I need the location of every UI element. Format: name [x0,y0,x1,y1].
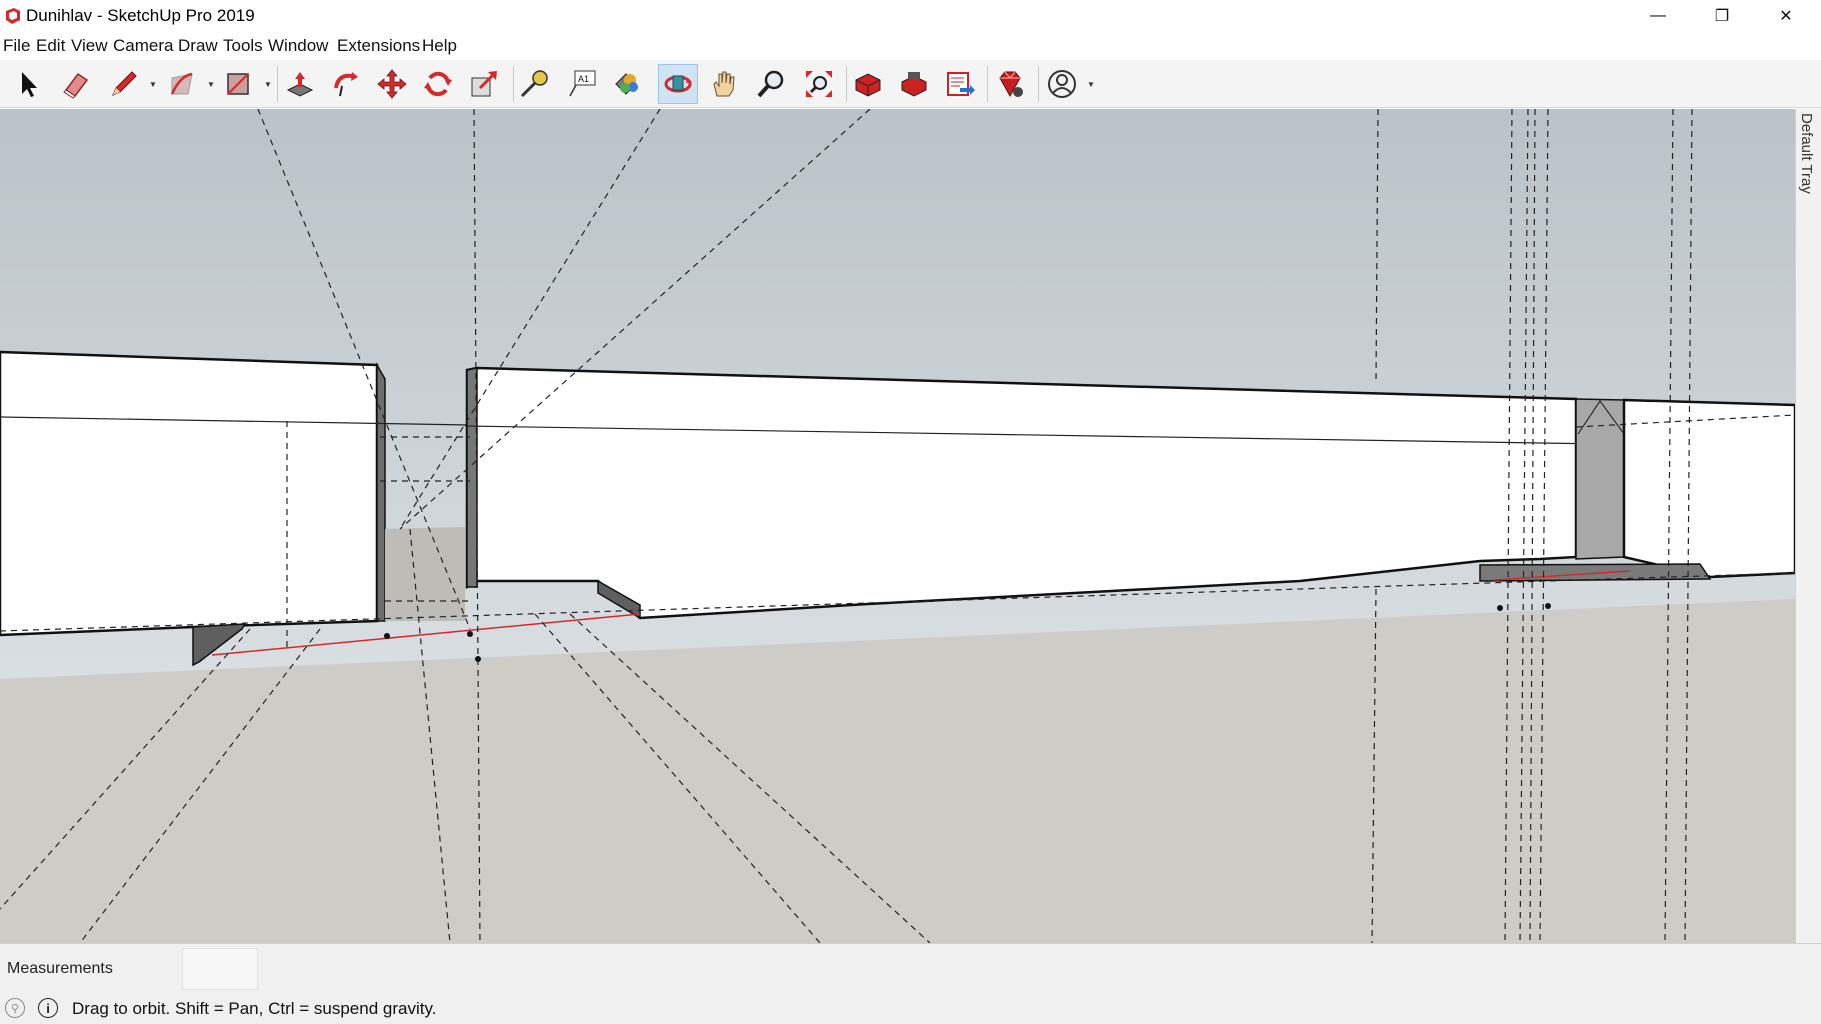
close-button[interactable]: ✕ [1756,0,1816,32]
account-dropdown-arrow-icon[interactable]: ▼ [1087,80,1095,89]
zoom-extents-tool-icon[interactable] [799,64,839,104]
menu-window[interactable]: Window [268,36,328,56]
zoom-tool-icon[interactable] [751,64,791,104]
push-pull-tool-icon[interactable] [280,64,320,104]
pencil-tool-icon[interactable] [104,64,144,104]
3d-warehouse-icon[interactable] [848,64,888,104]
arc-tool-icon[interactable] [162,64,202,104]
move-tool-icon[interactable] [372,64,412,104]
pencil-dropdown-arrow-icon[interactable]: ▼ [149,80,157,89]
toolbar-separator [846,66,847,102]
toolbar-separator [277,66,278,102]
account-avatar-icon[interactable] [1042,64,1082,104]
menu-tools[interactable]: Tools [223,36,263,56]
text-tool-icon[interactable]: A1 [562,64,602,104]
status-bar: ⚲ i Drag to orbit. Shift = Pan, Ctrl = s… [0,993,1821,1024]
measurements-input[interactable] [182,948,258,990]
sketchup-logo-icon [6,8,20,24]
model-viewport[interactable] [0,109,1795,943]
toolbar-separator [987,66,988,102]
arc-dropdown-arrow-icon[interactable]: ▼ [207,80,215,89]
scale-tool-icon[interactable] [464,64,504,104]
default-tray-tab[interactable]: Default Tray [1795,109,1821,943]
instructor-info-icon[interactable]: i [38,998,58,1018]
menu-view[interactable]: View [71,36,108,56]
window-title: Dunihlav - SketchUp Pro 2019 [26,6,255,25]
menu-file[interactable]: File [3,36,30,56]
rectangle-dropdown-arrow-icon[interactable]: ▼ [264,80,272,89]
send-to-layout-icon[interactable] [940,64,980,104]
menu-extensions[interactable]: Extensions [337,36,420,56]
geo-location-icon[interactable]: ⚲ [5,998,25,1018]
rotate-tool-icon[interactable] [418,64,458,104]
maximize-button[interactable]: ❐ [1692,0,1752,32]
paint-bucket-tool-icon[interactable] [606,64,646,104]
pan-tool-icon[interactable] [704,64,744,104]
follow-me-tool-icon[interactable] [326,64,366,104]
alley-ground [385,527,465,621]
extension-warehouse-icon[interactable] [894,64,934,104]
measurements-label: Measurements [7,960,113,977]
extension-manager-icon[interactable] [990,64,1030,104]
eraser-tool-icon[interactable] [56,64,96,104]
menu-draw[interactable]: Draw [178,36,218,56]
svg-text:A1: A1 [578,74,589,84]
status-message: Drag to orbit. Shift = Pan, Ctrl = suspe… [72,999,437,1018]
menu-help[interactable]: Help [422,36,457,56]
model-scene[interactable] [0,109,1795,943]
minimize-button[interactable]: — [1628,0,1688,32]
menu-edit[interactable]: Edit [36,36,65,56]
rectangle-tool-icon[interactable] [218,64,258,104]
default-tray-label: Default Tray [1798,113,1815,194]
menu-bar: File Edit View Camera Draw Tools Window … [0,33,1821,59]
menu-camera[interactable]: Camera [113,36,173,56]
measurements-bar: Measurements [0,943,1821,993]
orbit-tool-icon[interactable] [658,64,698,104]
toolbar-separator [1038,66,1039,102]
large-tool-set-toolbar: ▼ ▼ ▼ A1 ▼ [0,60,1821,108]
tape-measure-tool-icon[interactable] [514,64,554,104]
title-bar: Dunihlav - SketchUp Pro 2019 — ❐ ✕ [0,0,1821,32]
select-tool-icon[interactable] [8,64,48,104]
